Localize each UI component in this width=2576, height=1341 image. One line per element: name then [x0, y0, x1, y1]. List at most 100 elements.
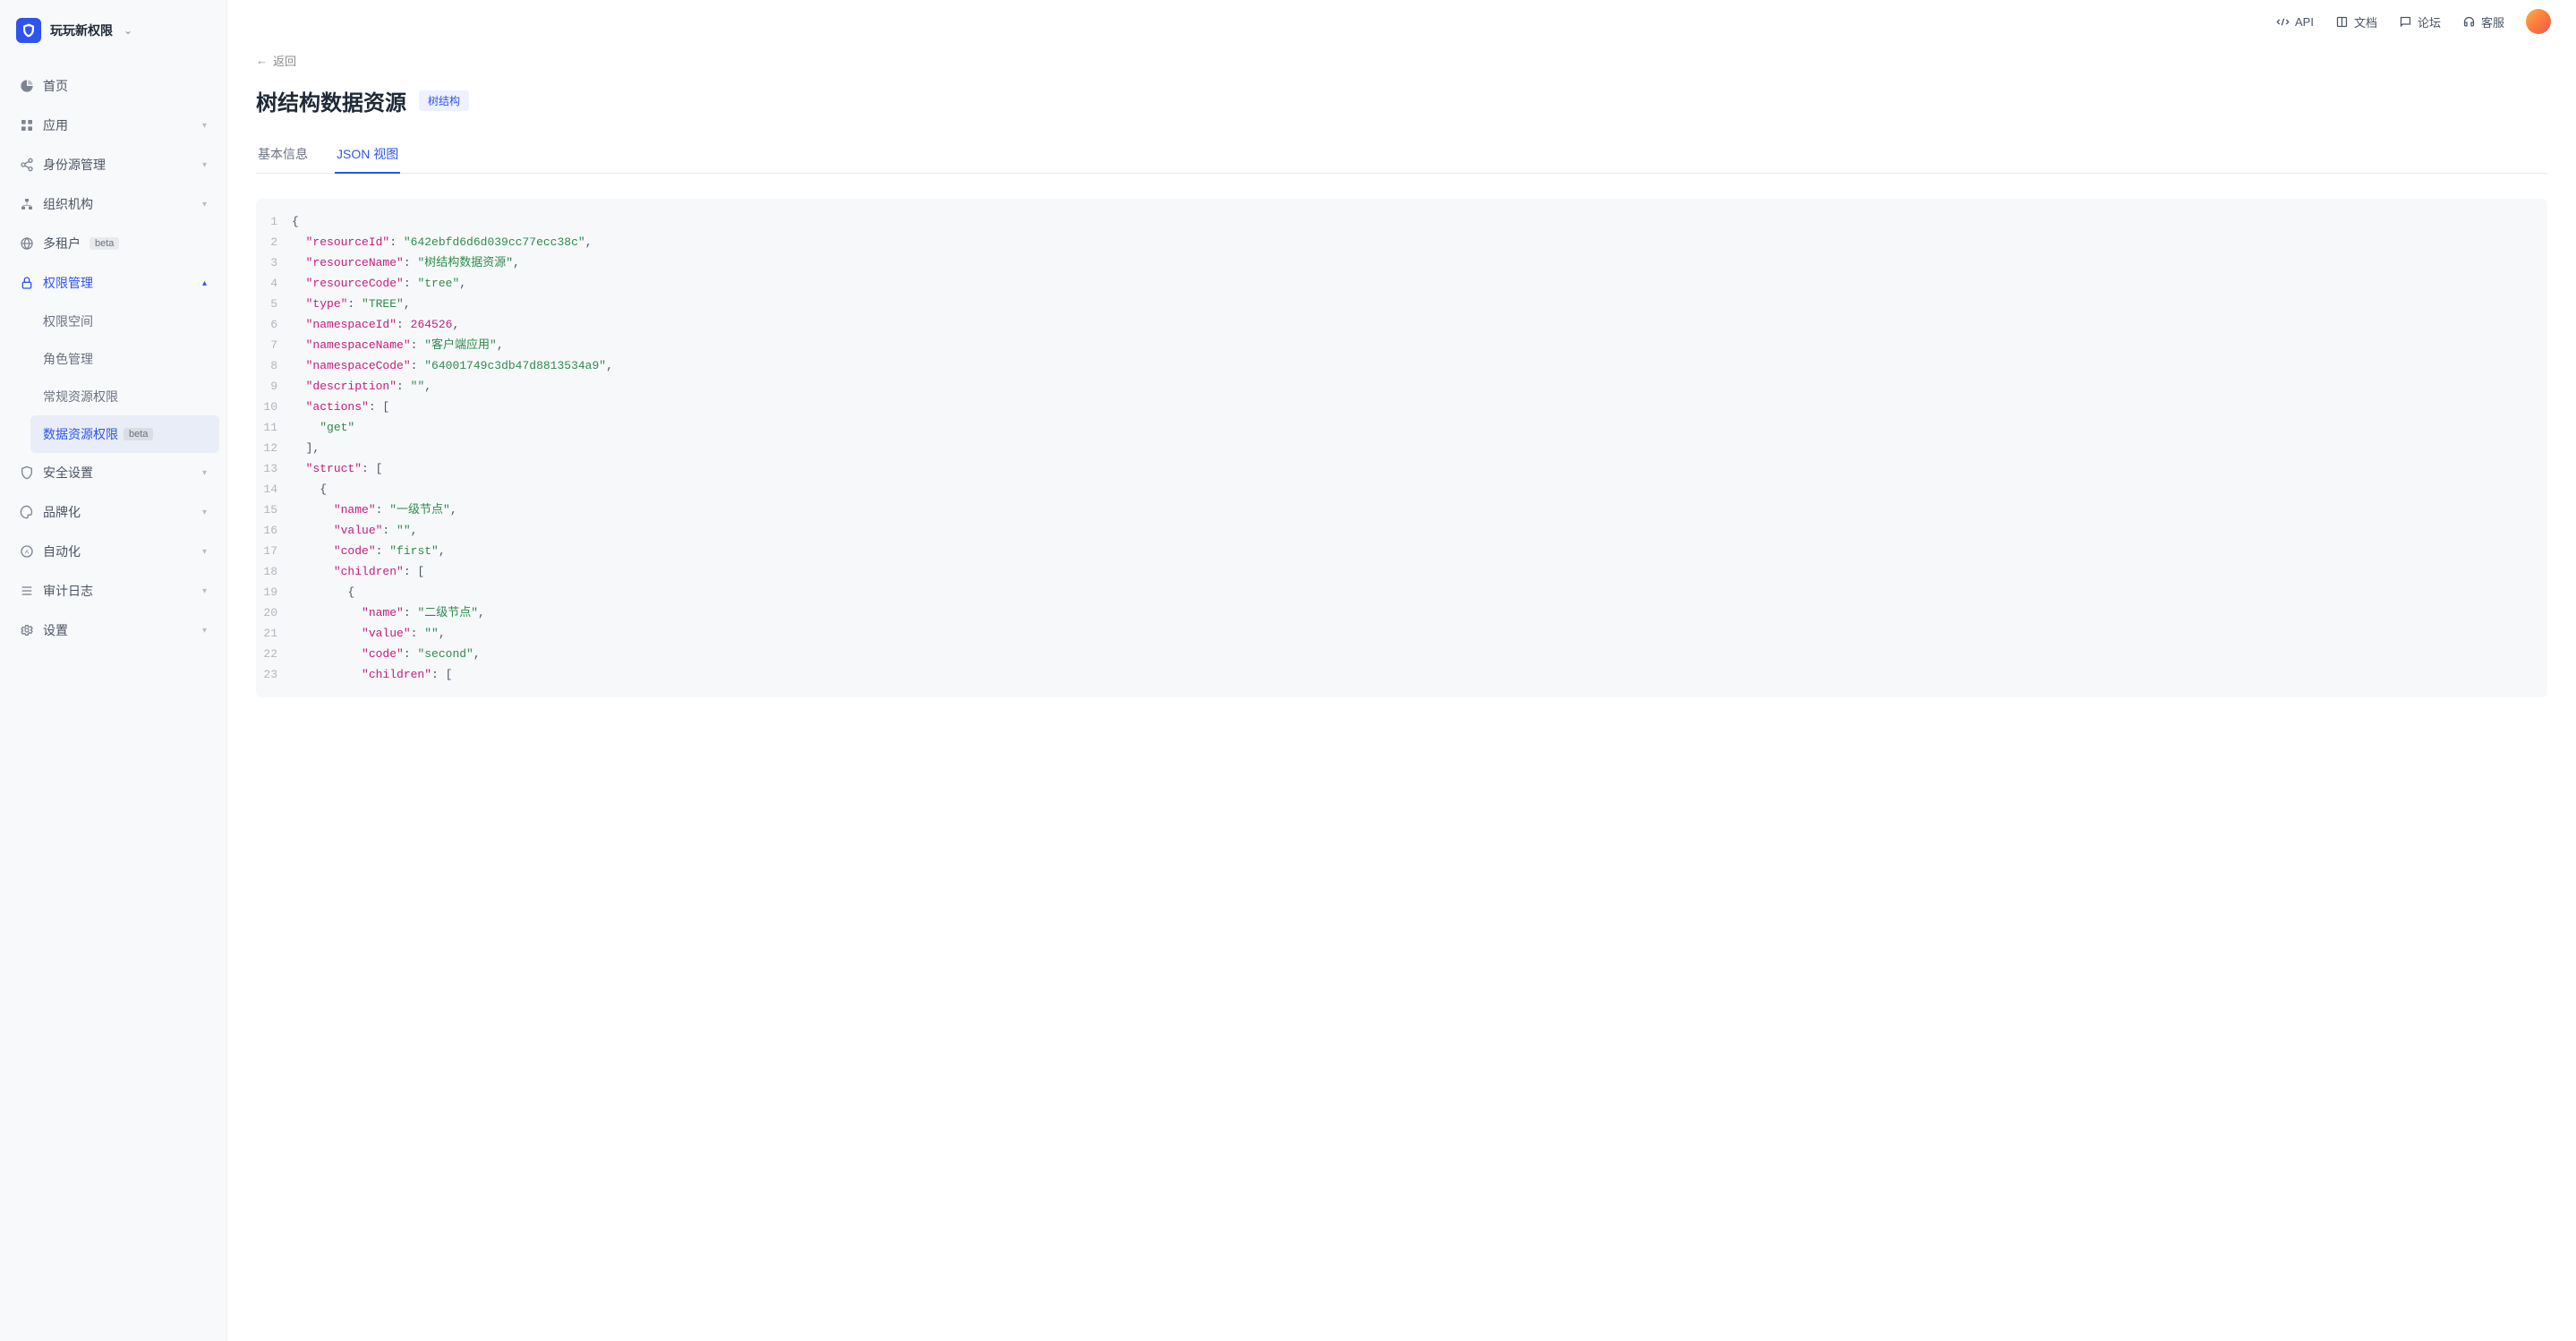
back-label: 返回 — [273, 52, 296, 69]
topbar-label: 客服 — [2481, 13, 2504, 30]
beta-badge: beta — [90, 237, 119, 250]
line-number: 4 — [256, 273, 292, 294]
beta-badge: beta — [124, 428, 153, 440]
code-line: 7 "namespaceName": "客户端应用", — [256, 335, 2547, 355]
line-number: 2 — [256, 232, 292, 252]
back-link[interactable]: ← 返回 — [256, 52, 2547, 69]
sidebar-item-settings[interactable]: 设置 ▾ — [7, 611, 219, 650]
subnav-label: 角色管理 — [43, 350, 93, 368]
json-code-block[interactable]: 1{2 "resourceId": "642ebfd6d6d039cc77ecc… — [256, 199, 2547, 697]
sidebar-item-security[interactable]: 安全设置 ▾ — [7, 453, 219, 492]
code-line: 4 "resourceCode": "tree", — [256, 273, 2547, 294]
share-icon — [20, 158, 34, 172]
globe-icon — [20, 236, 34, 251]
code-line: 17 "code": "first", — [256, 541, 2547, 561]
topbar-api[interactable]: API — [2276, 15, 2314, 29]
line-number: 14 — [256, 479, 292, 500]
headset-icon — [2462, 15, 2476, 29]
line-content: "namespaceName": "客户端应用", — [292, 335, 504, 355]
topbar-docs[interactable]: 文档 — [2335, 13, 2377, 30]
line-content: "resourceId": "642ebfd6d6d039cc77ecc38c"… — [292, 232, 593, 252]
chevron-down-icon: ▾ — [202, 468, 207, 478]
subnav-role[interactable]: 角色管理 — [30, 340, 219, 378]
subnav-permission-space[interactable]: 权限空间 — [30, 303, 219, 340]
apps-icon — [20, 118, 34, 132]
line-content: "name": "二级节点", — [292, 602, 485, 623]
org-icon — [20, 197, 34, 211]
nav-label: 组织机构 — [43, 195, 93, 213]
code-line: 6 "namespaceId": 264526, — [256, 314, 2547, 335]
topbar-forum[interactable]: 论坛 — [2399, 13, 2441, 30]
nav-label: 身份源管理 — [43, 156, 106, 174]
nav-label: 首页 — [43, 77, 68, 95]
line-number: 6 — [256, 314, 292, 335]
sidebar-item-tenant[interactable]: 多租户 beta — [7, 224, 219, 263]
chevron-down-icon: ⌄ — [124, 24, 132, 37]
code-line: 13 "struct": [ — [256, 458, 2547, 479]
sidebar-item-identity[interactable]: 身份源管理 ▾ — [7, 145, 219, 184]
permission-subnav: 权限空间 角色管理 常规资源权限 数据资源权限 beta — [7, 303, 219, 453]
code-line: 18 "children": [ — [256, 561, 2547, 582]
sidebar-item-home[interactable]: 首页 — [7, 66, 219, 106]
content: ← 返回 树结构数据资源 树结构 基本信息 JSON 视图 1{2 "resou… — [227, 43, 2576, 1341]
automation-icon: A — [20, 544, 34, 559]
sidebar-item-permission[interactable]: 权限管理 ▴ — [7, 263, 219, 303]
avatar[interactable] — [2526, 9, 2551, 34]
subnav-regular-resource[interactable]: 常规资源权限 — [30, 378, 219, 415]
shield-check-icon — [20, 466, 34, 480]
line-number: 19 — [256, 582, 292, 602]
sidebar-item-branding[interactable]: 品牌化 ▾ — [7, 492, 219, 532]
chevron-up-icon: ▴ — [202, 278, 207, 288]
line-number: 7 — [256, 335, 292, 355]
chevron-down-icon: ▾ — [202, 508, 207, 517]
line-number: 5 — [256, 294, 292, 314]
line-content: "value": "", — [292, 520, 417, 541]
sidebar-item-automation[interactable]: A 自动化 ▾ — [7, 532, 219, 571]
tools-icon — [2276, 15, 2290, 29]
code-line: 11 "get" — [256, 417, 2547, 438]
chevron-down-icon: ▾ — [202, 626, 207, 636]
tab-basic-info[interactable]: 基本信息 — [256, 136, 310, 174]
title-tag: 树结构 — [419, 90, 469, 111]
book-icon — [2335, 15, 2349, 29]
line-number: 23 — [256, 664, 292, 685]
line-content: "get" — [292, 417, 354, 438]
sidebar-item-org[interactable]: 组织机构 ▾ — [7, 184, 219, 224]
lock-icon — [20, 276, 34, 290]
tab-json-view[interactable]: JSON 视图 — [335, 136, 400, 174]
code-line: 10 "actions": [ — [256, 397, 2547, 417]
subnav-label: 常规资源权限 — [43, 388, 118, 406]
line-content: "code": "first", — [292, 541, 446, 561]
chat-icon — [2399, 15, 2412, 29]
line-content: { — [292, 582, 354, 602]
main-area: API 文档 论坛 客服 ← 返回 树结构数据资源 — [227, 0, 2576, 1341]
nav-label: 多租户 — [43, 235, 81, 252]
line-content: "children": [ — [292, 664, 452, 685]
line-content: "resourceName": "树结构数据资源", — [292, 252, 520, 273]
page-title-row: 树结构数据资源 树结构 — [256, 85, 2547, 116]
code-line: 15 "name": "一级节点", — [256, 500, 2547, 520]
list-icon — [20, 584, 34, 598]
nav-label: 权限管理 — [43, 274, 93, 292]
project-selector[interactable]: 玩玩新权限 ⌄ — [7, 11, 219, 50]
line-number: 12 — [256, 438, 292, 458]
subnav-data-resource[interactable]: 数据资源权限 beta — [30, 415, 219, 453]
line-content: ], — [292, 438, 320, 458]
code-line: 2 "resourceId": "642ebfd6d6d039cc77ecc38… — [256, 232, 2547, 252]
code-line: 23 "children": [ — [256, 664, 2547, 685]
sidebar-item-audit[interactable]: 审计日志 ▾ — [7, 571, 219, 611]
shield-icon — [16, 18, 41, 43]
line-content: "struct": [ — [292, 458, 382, 479]
topbar-support[interactable]: 客服 — [2462, 13, 2504, 30]
nav-label: 品牌化 — [43, 503, 81, 521]
chevron-down-icon: ▾ — [202, 586, 207, 596]
line-content: "description": "", — [292, 376, 431, 397]
sidebar-item-apps[interactable]: 应用 ▾ — [7, 106, 219, 145]
subnav-label: 权限空间 — [43, 312, 93, 330]
line-content: "namespaceCode": "64001749c3db47d8813534… — [292, 355, 613, 376]
topbar-label: API — [2295, 15, 2314, 29]
line-content: "value": "", — [292, 623, 446, 644]
palette-icon — [20, 505, 34, 519]
subnav-label: 数据资源权限 — [43, 425, 118, 443]
topbar: API 文档 论坛 客服 — [227, 0, 2576, 43]
